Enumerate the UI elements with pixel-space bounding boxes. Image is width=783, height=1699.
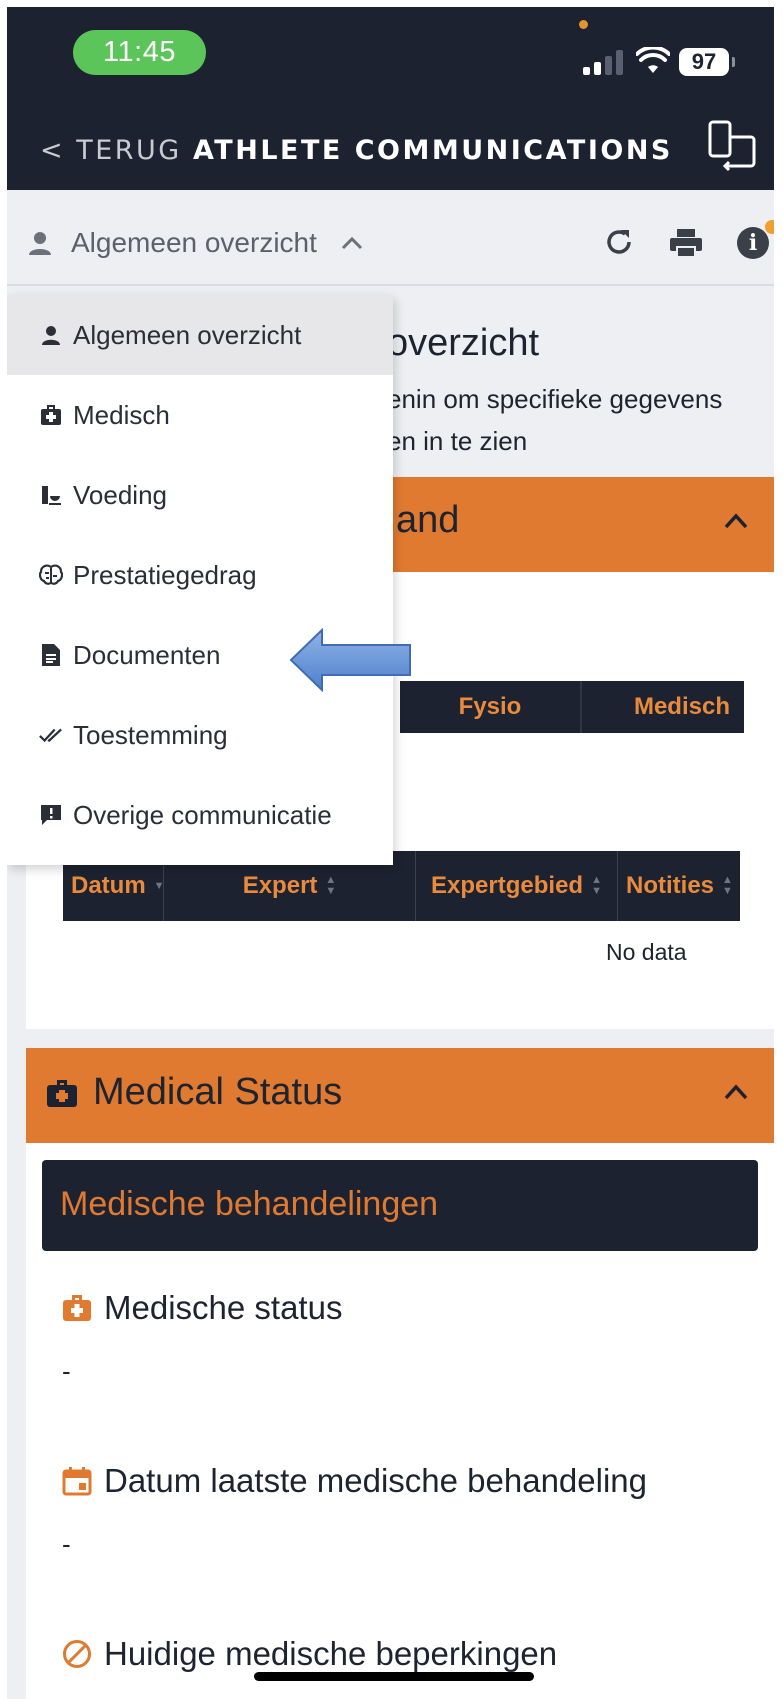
sort-icon: ▲ ▼ [325, 874, 337, 897]
field-value: - [62, 1356, 71, 1386]
menu-item-algemeen-overzicht[interactable]: Algemeen overzicht [7, 295, 393, 375]
menu-item-label: Voeding [73, 479, 167, 510]
field-value: - [62, 1529, 71, 1559]
user-icon [39, 323, 63, 347]
column-label: Datum [71, 872, 146, 899]
chevron-up-icon[interactable] [724, 1084, 748, 1100]
column-header-expertgebied[interactable]: Expertgebied ▲ ▼ [416, 851, 618, 921]
calendar-icon [62, 1467, 92, 1496]
column-label: Notities [626, 872, 715, 899]
table-empty-message: No data [606, 939, 687, 965]
overview-text-line: en in te zien [387, 426, 528, 456]
menu-item-label: Toestemming [73, 719, 228, 750]
tab-fysio[interactable]: Fysio [400, 681, 582, 733]
app-frame: 11:45 97 < TERUG ATHLETE COMMUNICATIONS … [7, 7, 774, 1699]
status-time: 11:45 [73, 30, 206, 75]
info-icon[interactable]: i [737, 227, 769, 259]
column-header-notities[interactable]: Notities ▲ ▼ [618, 851, 740, 921]
double-check-icon [39, 723, 63, 747]
view-toolbar: Algemeen overzicht i [7, 190, 774, 286]
menu-item-label: Medisch [73, 399, 170, 430]
refresh-icon[interactable] [603, 226, 635, 258]
nutrition-icon [39, 483, 63, 507]
page-title: ATHLETE COMMUNICATIONS [193, 135, 673, 166]
menu-item-label: Prestatiegedrag [73, 559, 257, 590]
medkit-icon [63, 1295, 91, 1321]
brain-icon [39, 563, 63, 587]
battery-indicator: 97 [679, 48, 735, 76]
tab-medisch[interactable]: Medisch [582, 681, 744, 733]
comment-alert-icon [39, 803, 63, 827]
menu-item-voeding[interactable]: Voeding [7, 455, 393, 535]
overview-description: enin om specifieke gegevens en in te zie… [387, 378, 774, 462]
menu-item-label: Documenten [73, 639, 221, 670]
field-label: Huidige medische beperkingen [104, 1635, 558, 1672]
medkit-icon [47, 1080, 77, 1107]
home-indicator[interactable] [254, 1672, 534, 1681]
notification-dot [765, 220, 774, 234]
overview-heading: overzicht [387, 322, 540, 364]
menu-item-overige-communicatie[interactable]: Overige communicatie [7, 775, 393, 855]
wifi-icon [636, 47, 670, 73]
menu-item-label: Overige communicatie [73, 799, 332, 830]
field-huidige-beperkingen: Huidige medische beperkingen [62, 1635, 557, 1673]
chevron-up-icon[interactable] [724, 513, 748, 529]
card-header[interactable]: Medical Status [26, 1048, 774, 1143]
menu-item-label: Algemeen overzicht [73, 319, 302, 350]
menu-item-toestemming[interactable]: Toestemming [7, 695, 393, 775]
field-label: Medische status [104, 1289, 343, 1326]
pointer-arrow-annotation [289, 628, 411, 692]
app-header: 11:45 97 < TERUG ATHLETE COMMUNICATIONS [7, 7, 774, 190]
card-title: and [396, 499, 460, 541]
print-icon[interactable] [669, 228, 703, 258]
column-label: Expert [242, 872, 318, 899]
rotate-screen-icon[interactable] [707, 119, 757, 173]
column-label: Expertgebied [431, 872, 584, 899]
field-label: Datum laatste medische behandeling [104, 1462, 648, 1499]
section-subheader-title: Medische behandelingen [60, 1185, 439, 1223]
section-subheader: Medische behandelingen [42, 1160, 758, 1251]
menu-item-medisch[interactable]: Medisch [7, 375, 393, 455]
category-tabs: Fysio Medisch [400, 681, 744, 733]
prohibited-icon [63, 1640, 91, 1668]
medical-status-card: Medical Status Medische behandelingen Me… [26, 1048, 774, 1699]
chevron-up-icon[interactable] [341, 236, 363, 250]
field-datum-laatste-behandeling: Datum laatste medische behandeling [62, 1462, 647, 1500]
privacy-indicator-dot [579, 20, 588, 29]
view-selector[interactable]: Algemeen overzicht [71, 227, 317, 259]
view-dropdown-menu: Algemeen overzicht Medisch Voeding Prest… [7, 295, 393, 865]
sort-icon: ▲ ▼ [722, 874, 733, 897]
card-title: Medical Status [93, 1071, 343, 1113]
sort-icon: ▲ ▼ [591, 874, 602, 897]
sort-down-icon: ▼ [153, 879, 165, 892]
field-medische-status: Medische status [62, 1289, 342, 1327]
overview-text-line: enin om specifieke gegevens [387, 384, 723, 414]
cellular-signal-icon [583, 49, 623, 75]
medkit-icon [39, 403, 63, 427]
back-button[interactable]: < TERUG [40, 135, 182, 166]
user-icon [29, 232, 51, 255]
menu-item-prestatiegedrag[interactable]: Prestatiegedrag [7, 535, 393, 615]
document-icon [39, 643, 63, 667]
